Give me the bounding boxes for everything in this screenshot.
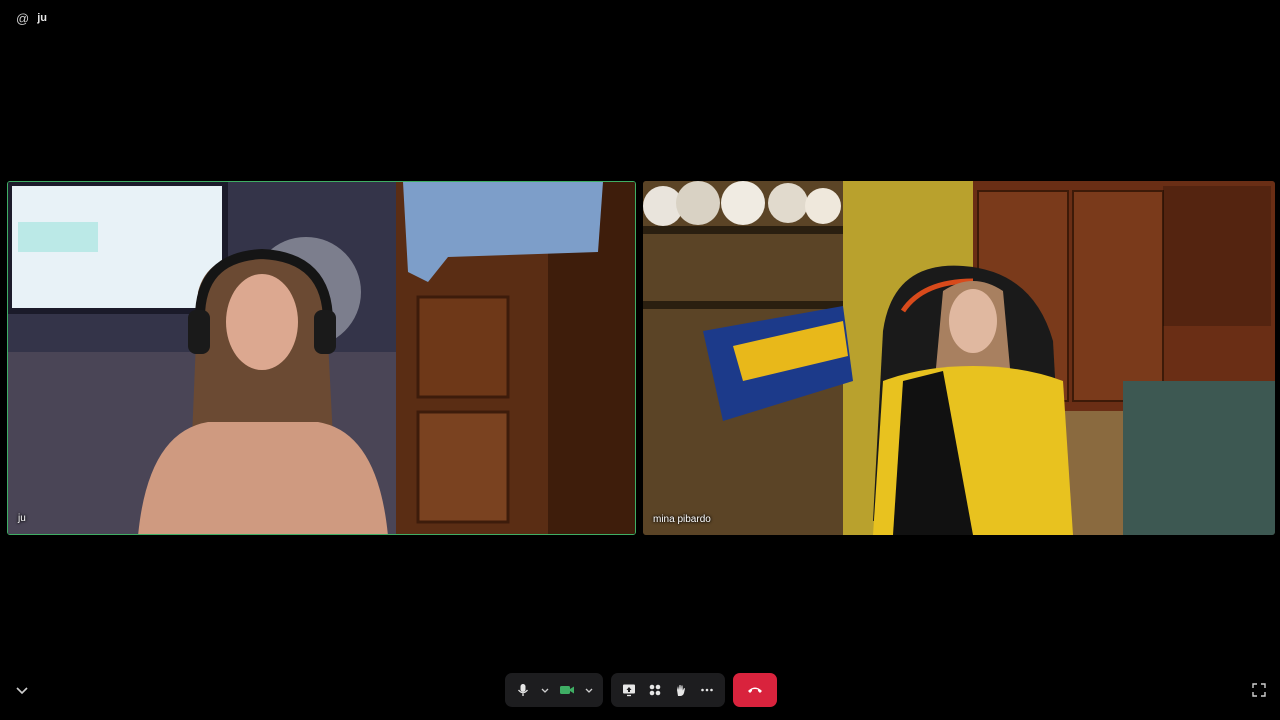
media-controls bbox=[505, 673, 603, 707]
meeting-tools bbox=[611, 673, 725, 707]
video-tile-ju[interactable]: ju bbox=[7, 181, 636, 535]
collapse-chevron-button[interactable] bbox=[14, 682, 30, 698]
at-symbol: @ bbox=[16, 10, 30, 26]
video-camera-icon bbox=[560, 686, 574, 694]
microphone-button[interactable] bbox=[511, 676, 535, 704]
meeting-header: @ ju bbox=[16, 9, 47, 27]
header-user-name: ju bbox=[37, 12, 47, 24]
camera-button[interactable] bbox=[555, 676, 579, 704]
hang-up-icon bbox=[748, 687, 762, 693]
raise-hand-icon bbox=[677, 685, 685, 696]
participant-name-mina-pibardo: mina pibardo bbox=[653, 514, 711, 525]
fullscreen-button[interactable] bbox=[1251, 682, 1267, 698]
fullscreen-icon bbox=[1252, 683, 1266, 697]
chevron-down-icon bbox=[585, 688, 593, 693]
reactions-button[interactable] bbox=[669, 676, 693, 704]
chevron-down-icon bbox=[16, 687, 28, 695]
chevron-down-icon bbox=[541, 688, 549, 693]
video-tile-mina-pibardo[interactable]: mina pibardo bbox=[643, 181, 1275, 535]
video-feed-mina-pibardo bbox=[643, 181, 1275, 535]
leave-call-button[interactable] bbox=[733, 673, 777, 707]
camera-options-button[interactable] bbox=[581, 676, 597, 704]
more-options-button[interactable] bbox=[695, 676, 719, 704]
apps-grid-icon bbox=[649, 684, 661, 696]
video-feed-ju bbox=[8, 182, 635, 534]
apps-button[interactable] bbox=[643, 676, 667, 704]
screen-share-button[interactable] bbox=[617, 676, 641, 704]
screen-share-icon bbox=[623, 684, 635, 697]
call-control-bar bbox=[505, 673, 777, 707]
microphone-options-button[interactable] bbox=[537, 676, 553, 704]
more-options-icon bbox=[701, 688, 713, 692]
microphone-icon bbox=[517, 684, 529, 696]
participant-name-ju: ju bbox=[18, 513, 26, 524]
